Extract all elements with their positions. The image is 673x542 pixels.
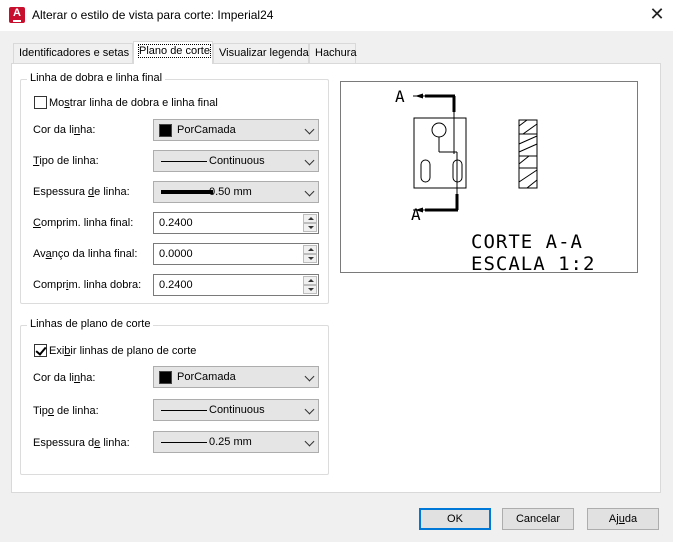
group-title: Linha de dobra e linha final (27, 72, 166, 84)
ok-button[interactable]: OK (419, 508, 491, 530)
title-bar: A Alterar o estilo de vista para corte: … (0, 0, 673, 31)
section-label-top: A (395, 87, 405, 106)
cancel-button[interactable]: Cancelar (502, 508, 574, 530)
chevron-down-icon (304, 186, 315, 197)
show-cutting-plane-lines-checkbox[interactable] (34, 344, 47, 357)
end-line-overshoot-label: Avanço da linha final: (33, 248, 138, 260)
lineweight-sample (161, 190, 213, 194)
plane-line-type-label: Tipo de linha: (33, 405, 99, 417)
spin-down-icon[interactable] (303, 285, 317, 294)
color-swatch (159, 124, 172, 137)
fold-line-type-dropdown[interactable]: Continuous (153, 150, 319, 172)
linetype-sample (161, 410, 207, 411)
show-cutting-plane-lines-label[interactable]: Exibir linhas de plano de corte (49, 345, 196, 357)
section-preview: A A CORTE A-A ESCALA 1:2 (340, 81, 638, 275)
chevron-down-icon (304, 436, 315, 447)
color-swatch (159, 371, 172, 384)
plane-line-color-dropdown[interactable]: PorCamada (153, 366, 319, 388)
arrow-left-icon (415, 93, 423, 99)
chevron-down-icon (304, 404, 315, 415)
part-outline (413, 117, 467, 189)
autocad-icon: A (9, 7, 25, 23)
spin-up-icon[interactable] (303, 245, 317, 254)
fold-line-color-label: Cor da linha: (33, 124, 96, 136)
linetype-sample (161, 161, 207, 162)
chevron-down-icon (304, 371, 315, 382)
fold-line-color-dropdown[interactable]: PorCamada (153, 119, 319, 141)
section-preview-drawing: A A CORTE A-A ESCALA 1:2 (395, 87, 595, 275)
tab-cutting-plane[interactable]: Plano de corte (133, 41, 213, 64)
tab-view-label[interactable]: Visualizar legenda (213, 43, 309, 63)
chevron-down-icon (304, 124, 315, 135)
caption-line-2: ESCALA 1:2 (471, 253, 595, 272)
plane-line-weight-dropdown[interactable]: 0.25 mm (153, 431, 319, 453)
fold-line-weight-label: Espessura de linha: (33, 186, 130, 198)
help-button[interactable]: Ajuda (587, 508, 659, 530)
window-title: Alterar o estilo de vista para corte: Im… (32, 8, 274, 22)
spin-up-icon[interactable] (303, 276, 317, 285)
group-title: Linhas de plano de corte (27, 318, 154, 330)
lineweight-sample (161, 442, 207, 443)
end-line-length-label: Comprim. linha final: (33, 217, 134, 229)
tab-hatch[interactable]: Hachura (309, 43, 357, 63)
plane-line-weight-label: Espessura de linha: (33, 437, 130, 449)
tab-identifiers-arrows[interactable]: Identificadores e setas (13, 43, 133, 63)
show-fold-end-line-checkbox[interactable] (34, 96, 47, 109)
hole-circle (431, 122, 447, 138)
fold-line-type-label: Tipo de linha: (33, 155, 99, 167)
spin-down-icon[interactable] (303, 254, 317, 263)
caption-line-1: CORTE A-A (471, 231, 583, 253)
spin-up-icon[interactable] (303, 214, 317, 223)
show-fold-end-line-label[interactable]: Mostrar linha de dobra e linha final (49, 97, 218, 109)
plane-line-type-dropdown[interactable]: Continuous (153, 399, 319, 421)
section-label-bottom: A (411, 205, 421, 224)
chevron-down-icon (304, 155, 315, 166)
fold-line-length-label: Comprim. linha dobra: (33, 279, 142, 291)
plane-line-color-label: Cor da linha: (33, 372, 96, 384)
end-line-length-spinner[interactable]: 0.2400 (153, 212, 319, 234)
fold-line-weight-dropdown[interactable]: 0.50 mm (153, 181, 319, 203)
slot-left (420, 159, 431, 183)
close-icon[interactable]: ✕ (641, 0, 673, 31)
spin-down-icon[interactable] (303, 223, 317, 232)
fold-line-length-spinner[interactable]: 0.2400 (153, 274, 319, 296)
end-line-overshoot-spinner[interactable]: 0.0000 (153, 243, 319, 265)
